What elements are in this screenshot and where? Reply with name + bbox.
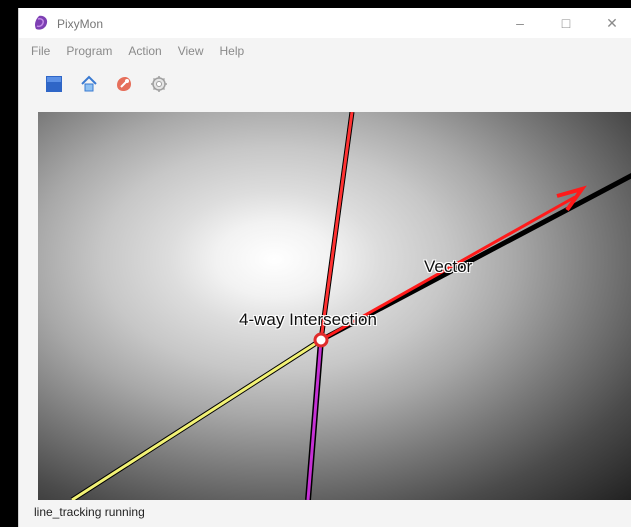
- menu-file[interactable]: File: [31, 44, 50, 58]
- menu-help[interactable]: Help: [220, 44, 245, 58]
- minimize-button[interactable]: –: [500, 8, 540, 38]
- title-bar: PixyMon – □ ✕: [19, 8, 631, 38]
- vector-label: Vector: [424, 257, 473, 276]
- close-icon: ✕: [606, 14, 618, 31]
- camera-view[interactable]: Vector 4-way Intersection: [38, 112, 631, 500]
- red-program-icon[interactable]: [114, 74, 134, 94]
- intersection-label: 4-way Intersection: [239, 310, 377, 329]
- pixymon-app-icon: [35, 15, 48, 30]
- settings-gear-icon[interactable]: [149, 74, 169, 94]
- menu-action[interactable]: Action: [128, 44, 161, 58]
- pixymon-window: PixyMon – □ ✕ File Program Action View H…: [18, 8, 631, 527]
- maximize-icon: □: [561, 15, 571, 31]
- toolbar: [19, 66, 631, 104]
- window-title: PixyMon: [57, 17, 104, 31]
- menu-program[interactable]: Program: [66, 44, 112, 58]
- status-text: line_tracking running: [34, 505, 145, 519]
- home-icon[interactable]: [79, 74, 99, 94]
- red-vertical-line: [319, 112, 354, 341]
- minimize-icon: –: [516, 15, 524, 31]
- yellow-line: [71, 338, 322, 500]
- close-button[interactable]: ✕: [592, 8, 631, 38]
- maximize-button[interactable]: □: [546, 8, 586, 38]
- line-tracking-overlay: [70, 112, 631, 500]
- intersection-marker: [313, 332, 329, 348]
- magenta-vertical-line: [306, 339, 323, 500]
- menu-view[interactable]: View: [178, 44, 204, 58]
- blue-square-icon[interactable]: [44, 74, 64, 94]
- menu-bar: File Program Action View Help: [19, 40, 631, 62]
